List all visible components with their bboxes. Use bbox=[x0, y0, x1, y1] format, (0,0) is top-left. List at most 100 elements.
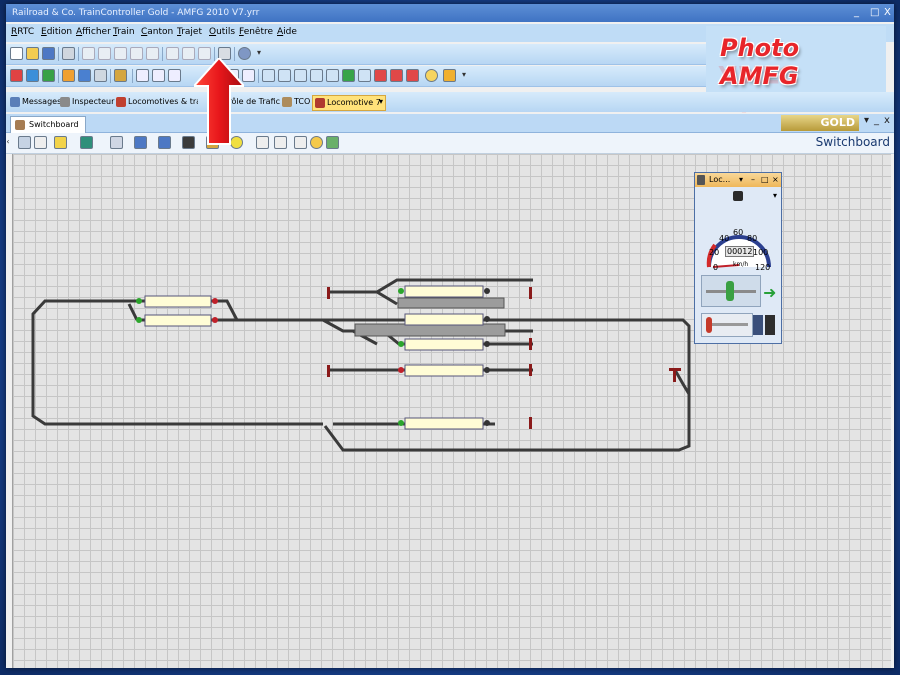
sensor-icon[interactable] bbox=[358, 69, 371, 82]
color-fill-icon[interactable] bbox=[80, 136, 93, 149]
document-close-button[interactable]: x bbox=[884, 115, 890, 126]
macro-2-icon[interactable] bbox=[390, 69, 403, 82]
signal-green[interactable] bbox=[398, 341, 404, 347]
signal-green[interactable] bbox=[398, 420, 404, 426]
text-box-icon[interactable] bbox=[256, 136, 269, 149]
crossing-icon[interactable] bbox=[326, 69, 339, 82]
signal-red[interactable] bbox=[398, 367, 404, 373]
menu-aide[interactable]: Aide bbox=[277, 27, 297, 37]
print-icon[interactable] bbox=[62, 47, 75, 60]
macro-icon[interactable] bbox=[374, 69, 387, 82]
route-icon[interactable] bbox=[114, 69, 127, 82]
switch-right-icon[interactable] bbox=[278, 69, 291, 82]
flag-icon[interactable] bbox=[310, 69, 323, 82]
open-folder-icon[interactable] bbox=[26, 47, 39, 60]
redo-icon[interactable] bbox=[98, 47, 111, 60]
signal-red[interactable] bbox=[212, 298, 218, 304]
block[interactable] bbox=[144, 314, 212, 327]
clock-icon[interactable] bbox=[425, 69, 438, 82]
toolbar-overflow-icon[interactable]: ▾ bbox=[379, 95, 383, 109]
minimize-button[interactable]: _ bbox=[854, 4, 859, 22]
block[interactable] bbox=[404, 364, 484, 377]
picture-icon[interactable] bbox=[326, 136, 339, 149]
go-icon[interactable] bbox=[42, 69, 55, 82]
menu-fenetre[interactable]: Fenêtre bbox=[239, 27, 273, 37]
menu-train[interactable]: Train bbox=[113, 27, 135, 37]
menu-afficher[interactable]: Afficher bbox=[76, 27, 111, 37]
block[interactable] bbox=[144, 295, 212, 308]
block[interactable] bbox=[404, 338, 484, 351]
signal-dark[interactable] bbox=[484, 341, 490, 347]
signal-green[interactable] bbox=[398, 288, 404, 294]
panel-minimize-button[interactable]: – bbox=[751, 173, 755, 187]
tab-tco[interactable]: TCO bbox=[282, 95, 310, 109]
panel-maximize-button[interactable]: □ bbox=[761, 173, 769, 187]
direction-arrow-icon[interactable]: ➜ bbox=[763, 283, 776, 302]
menu-outils[interactable]: Outils bbox=[209, 27, 235, 37]
switch-left-icon[interactable] bbox=[262, 69, 275, 82]
toolbar-overflow-icon[interactable]: ▾ bbox=[460, 69, 468, 82]
document-menu-icon[interactable]: ▾ bbox=[864, 115, 869, 126]
new-file-icon[interactable] bbox=[10, 47, 23, 60]
tab-locomotive-7[interactable]: Locomotive 7 bbox=[312, 95, 386, 111]
block-2-icon[interactable] bbox=[152, 69, 165, 82]
block-3-icon[interactable] bbox=[168, 69, 181, 82]
locomotive-select-icon[interactable]: ▾ bbox=[773, 191, 777, 200]
pen-color-icon[interactable] bbox=[134, 136, 147, 149]
signal-green[interactable] bbox=[136, 298, 142, 304]
emergency-stop-icon[interactable] bbox=[10, 69, 23, 82]
operation-mode-icon[interactable] bbox=[94, 69, 107, 82]
image-icon[interactable] bbox=[294, 136, 307, 149]
smiley-icon[interactable] bbox=[310, 136, 323, 149]
function-slider-handle[interactable] bbox=[706, 317, 712, 333]
panel-menu-icon[interactable]: ▾ bbox=[739, 173, 743, 187]
track-tool-icon[interactable] bbox=[18, 136, 31, 149]
network-icon[interactable] bbox=[26, 69, 39, 82]
signal-red[interactable] bbox=[212, 317, 218, 323]
pencil-icon[interactable] bbox=[34, 136, 47, 149]
timer-icon[interactable] bbox=[62, 69, 75, 82]
tab-messages[interactable]: Messages bbox=[10, 95, 61, 109]
marker-icon[interactable] bbox=[54, 136, 67, 149]
save-icon[interactable] bbox=[42, 47, 55, 60]
menu-trajet[interactable]: Trajet bbox=[177, 27, 202, 37]
signal-green[interactable] bbox=[136, 317, 142, 323]
scroll-left-icon[interactable]: ‹ bbox=[6, 136, 12, 149]
find-icon[interactable] bbox=[166, 47, 179, 60]
paste-icon[interactable] bbox=[146, 47, 159, 60]
copy-icon[interactable] bbox=[130, 47, 143, 60]
function-button-icon[interactable] bbox=[765, 315, 775, 335]
document-minimize-button[interactable]: _ bbox=[874, 115, 879, 126]
undo-icon[interactable] bbox=[82, 47, 95, 60]
menu-edition[interactable]: Edition bbox=[41, 27, 72, 37]
toolbar-overflow-icon[interactable]: ▾ bbox=[255, 47, 263, 60]
signal-dark[interactable] bbox=[484, 420, 490, 426]
macro-3-icon[interactable] bbox=[406, 69, 419, 82]
label-icon[interactable] bbox=[274, 136, 287, 149]
block[interactable] bbox=[404, 313, 484, 326]
cut-icon[interactable] bbox=[114, 47, 127, 60]
signal-dark[interactable] bbox=[484, 316, 490, 322]
edit-mode-icon[interactable] bbox=[78, 69, 91, 82]
hand-icon[interactable] bbox=[443, 69, 456, 82]
tab-switchboard[interactable]: Switchboard bbox=[10, 116, 86, 133]
panel-close-button[interactable]: × bbox=[772, 173, 779, 187]
block[interactable] bbox=[404, 285, 484, 298]
menu-canton[interactable]: Canton bbox=[141, 27, 173, 37]
signal-icon[interactable] bbox=[294, 69, 307, 82]
buffer-stop bbox=[327, 365, 330, 377]
menu-rrtc[interactable]: RRTC bbox=[11, 27, 34, 37]
line-tool-icon[interactable] bbox=[110, 136, 123, 149]
tab-locomotives-trains[interactable]: Locomotives & trains bbox=[116, 95, 198, 109]
throttle-slider-handle[interactable] bbox=[726, 281, 734, 301]
block[interactable] bbox=[404, 417, 484, 430]
signal-dark[interactable] bbox=[484, 288, 490, 294]
fill-color-icon[interactable] bbox=[158, 136, 171, 149]
signal-dark[interactable] bbox=[484, 367, 490, 373]
maximize-button[interactable]: □ bbox=[870, 4, 879, 22]
tab-inspecteur[interactable]: Inspecteur bbox=[60, 95, 114, 109]
action-a-icon[interactable] bbox=[342, 69, 355, 82]
close-button[interactable]: X bbox=[884, 4, 891, 22]
block-icon[interactable] bbox=[136, 69, 149, 82]
function-button-icon[interactable] bbox=[753, 315, 763, 335]
